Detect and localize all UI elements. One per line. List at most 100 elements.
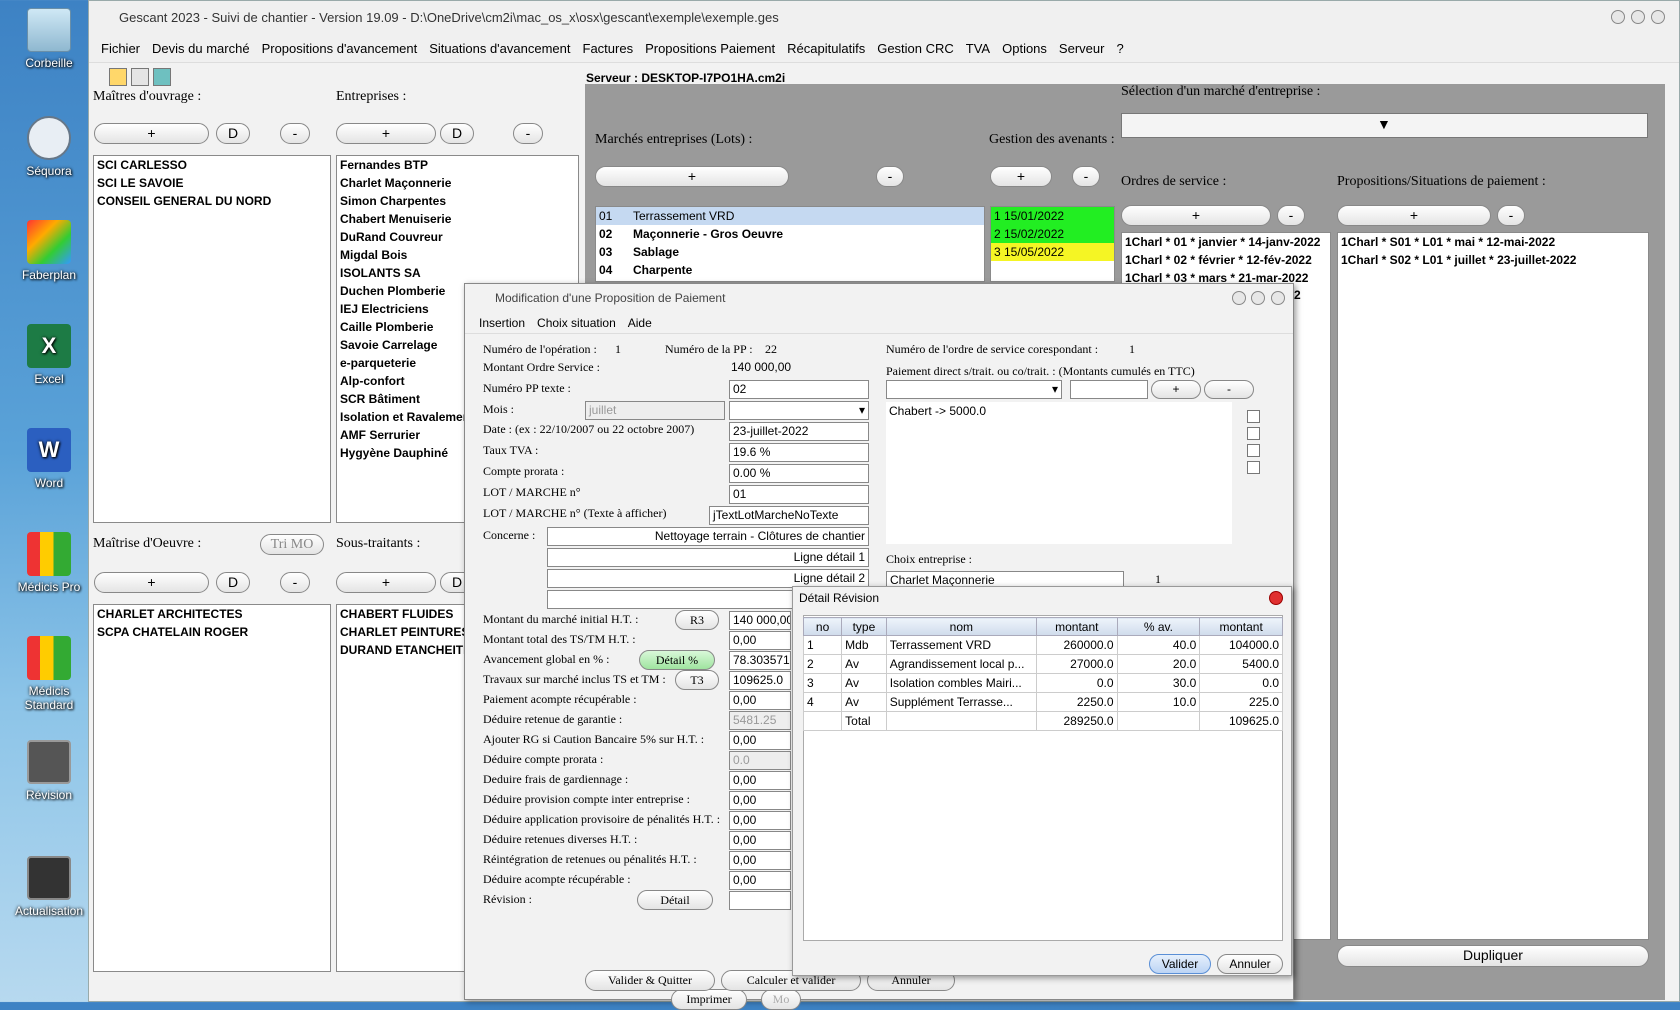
remove-maitrise-button[interactable]: - <box>280 572 310 593</box>
tva-input[interactable]: 19.6 % <box>729 443 869 462</box>
book-icon[interactable] <box>153 68 171 86</box>
list-item[interactable]: 1 15/01/2022 <box>991 207 1114 225</box>
desktop-icon-corbeille[interactable]: Corbeille <box>8 8 90 70</box>
list-item[interactable]: Simon Charpentes <box>337 192 578 210</box>
list-item[interactable]: SCI LE SAVOIE <box>94 174 330 192</box>
maitres-list[interactable]: SCI CARLESSO SCI LE SAVOIE CONSEIL GENERAL… <box>93 155 331 523</box>
row-value[interactable]: 0,00 <box>729 871 791 890</box>
date-input[interactable]: 23-juillet-2022 <box>729 422 869 441</box>
list-item[interactable]: DuRand Couvreur <box>337 228 578 246</box>
lot-texte-input[interactable]: jTextLotMarcheNoTexte <box>709 506 869 525</box>
menu-serveur[interactable]: Serveur <box>1053 41 1111 56</box>
tri-mo-button[interactable]: Tri MO <box>260 534 324 555</box>
maitrise-list[interactable]: CHARLET ARCHITECTES SCPA CHATELAIN ROGER <box>93 604 331 972</box>
remove-proposition-button[interactable]: - <box>1497 205 1525 226</box>
column-header[interactable]: no <box>802 617 843 636</box>
open-folder-icon[interactable] <box>109 68 127 86</box>
mo-button[interactable]: Mo <box>761 989 801 1010</box>
imprimer-button[interactable]: Imprimer <box>671 989 747 1010</box>
menu-propositions-avancement[interactable]: Propositions d'avancement <box>256 41 424 56</box>
lot-row[interactable]: 03 Sablage <box>596 243 984 261</box>
lot-row[interactable]: 04 Charpente <box>596 261 984 279</box>
add-maitrise-button[interactable]: + <box>94 572 209 593</box>
paiement-select[interactable]: ▾ <box>886 380 1062 399</box>
add-maitre-button[interactable]: + <box>94 123 209 144</box>
list-item[interactable]: 3 15/05/2022 <box>991 243 1114 261</box>
pp-texte-input[interactable]: 02 <box>729 380 869 399</box>
add-proposition-button[interactable]: + <box>1337 205 1491 226</box>
list-item[interactable]: SCPA CHATELAIN ROGER <box>94 623 330 641</box>
d-maitrise-button[interactable]: D <box>216 572 250 593</box>
list-item[interactable]: 1Charl * 01 * janvier * 14-janv-2022 <box>1122 233 1330 251</box>
row-value[interactable]: 140 000,00 <box>729 611 791 630</box>
paiement-checkbox-4[interactable] <box>1247 461 1260 474</box>
table-row[interactable]: 1 Mdb Terrassement VRD 260000.0 40.0 104000.0 <box>802 635 1283 655</box>
add-avenant-button[interactable]: + <box>990 166 1052 187</box>
row-button[interactable]: T3 <box>675 670 719 690</box>
prorata-input[interactable]: 0.00 % <box>729 464 869 483</box>
row-value[interactable]: 0.0 <box>729 751 791 770</box>
column-header[interactable]: type <box>841 617 887 636</box>
avenants-list[interactable]: 1 15/01/2022 2 15/02/2022 3 15/05/2022 <box>990 206 1115 282</box>
add-ordre-button[interactable]: + <box>1121 205 1271 226</box>
column-header[interactable]: montant <box>1035 617 1118 636</box>
menu-propositions-paiement[interactable]: Propositions Paiement <box>639 41 781 56</box>
menu-recapitulatifs[interactable]: Récapitulatifs <box>781 41 871 56</box>
concerne-input[interactable]: Nettoyage terrain - Clôtures de chantier <box>547 527 869 546</box>
row-button[interactable]: Détail <box>637 890 713 910</box>
row-button[interactable]: R3 <box>675 610 719 630</box>
list-item[interactable]: CHARLET ARCHITECTES <box>94 605 330 623</box>
list-item[interactable]: SCI CARLESSO <box>94 156 330 174</box>
list-item[interactable]: Chabert Menuiserie <box>337 210 578 228</box>
marche-select[interactable]: ▼ <box>1121 113 1648 138</box>
remove-ordre-button[interactable]: - <box>1277 205 1305 226</box>
row-value[interactable]: 109625.0 <box>729 671 791 690</box>
dialog-close-button[interactable] <box>1271 291 1285 305</box>
row-value[interactable]: 0,00 <box>729 791 791 810</box>
row-button[interactable]: Détail % <box>639 650 715 670</box>
menu-fichier[interactable]: Fichier <box>95 41 146 56</box>
menu-gestion-crc[interactable]: Gestion CRC <box>871 41 960 56</box>
add-sous-button[interactable]: + <box>336 572 436 593</box>
paiement-checkbox-1[interactable] <box>1247 410 1260 423</box>
row-value[interactable]: 0,00 <box>729 851 791 870</box>
desktop-icon-medicis-pro[interactable]: Médicis Pro <box>8 532 90 594</box>
list-item[interactable]: Migdal Bois <box>337 246 578 264</box>
list-item[interactable]: 2 15/02/2022 <box>991 225 1114 243</box>
remove-avenant-button[interactable]: - <box>1072 166 1100 187</box>
remove-entreprise-button[interactable]: - <box>513 123 543 144</box>
add-lot-button[interactable]: + <box>595 166 789 187</box>
annuler-revision-button[interactable]: Annuler <box>1217 954 1283 974</box>
menu-choix-situation[interactable]: Choix situation <box>531 316 622 330</box>
lots-list[interactable]: 01 Terrassement VRD 02 Maçonnerie - Gros Oe… <box>595 206 985 282</box>
maximize-button[interactable] <box>1631 10 1645 24</box>
desktop-icon-faberplan[interactable]: Faberplan <box>8 220 90 282</box>
lot-input[interactable]: 01 <box>729 485 869 504</box>
row-value[interactable]: 78.303571 <box>729 651 791 670</box>
ligne-detail-1-input[interactable]: Ligne détail 1 <box>547 548 869 567</box>
desktop-icon-word[interactable]: W Word <box>8 428 90 490</box>
lot-row[interactable]: 02 Maçonnerie - Gros Oeuvre <box>596 225 984 243</box>
list-item[interactable]: Fernandes BTP <box>337 156 578 174</box>
lot-row[interactable]: 01 Terrassement VRD <box>596 207 984 225</box>
menu-devis[interactable]: Devis du marché <box>146 41 256 56</box>
revision-close-button[interactable] <box>1269 591 1283 605</box>
table-row[interactable]: 4 Av Supplément Terrasse... 2250.0 10.0 225.0 <box>802 692 1283 712</box>
column-header[interactable]: montant <box>1199 617 1283 636</box>
menu-options[interactable]: Options <box>996 41 1053 56</box>
minimize-button[interactable] <box>1611 10 1625 24</box>
remove-lot-button[interactable]: - <box>876 166 904 187</box>
paiement-checkbox-3[interactable] <box>1247 444 1260 457</box>
row-value[interactable]: 0,00 <box>729 631 791 650</box>
close-button[interactable] <box>1651 10 1665 24</box>
list-item[interactable]: Chabert -> 5000.0 <box>889 404 986 418</box>
menu-tva[interactable]: TVA <box>960 41 996 56</box>
row-value[interactable]: 0,00 <box>729 731 791 750</box>
list-item[interactable]: ISOLANTS SA <box>337 264 578 282</box>
menu-help[interactable]: ? <box>1110 41 1129 56</box>
valider-quitter-button[interactable]: Valider & Quitter <box>585 970 715 991</box>
mois-select[interactable]: ▾ <box>729 401 869 420</box>
add-entreprise-button[interactable]: + <box>336 123 436 144</box>
table-row[interactable]: 3 Av Isolation combles Mairi... 0.0 30.0 0.0 <box>802 673 1283 693</box>
row-value[interactable]: 0,00 <box>729 691 791 710</box>
